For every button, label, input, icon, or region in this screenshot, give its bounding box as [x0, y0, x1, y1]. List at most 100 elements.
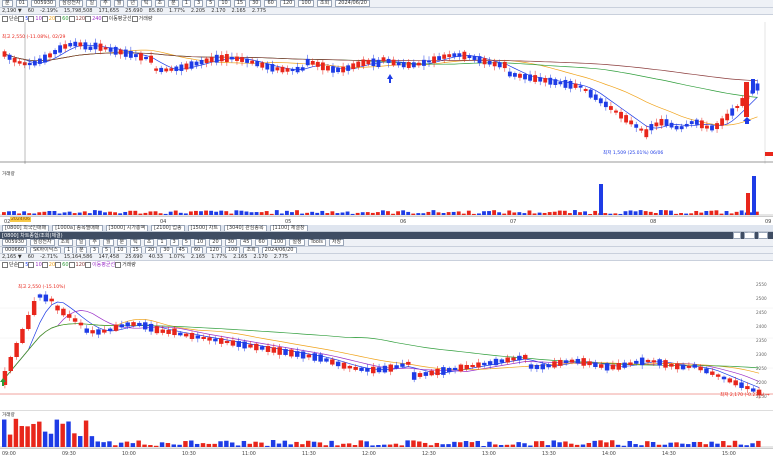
task-tab-2[interactable]: [3000] 시가총액: [105, 225, 149, 231]
second-toolbar-button-20[interactable]: 저장: [328, 239, 345, 246]
window-control-button-2[interactable]: ×: [757, 232, 768, 239]
second-period-button-3[interactable]: 분: [76, 247, 87, 253]
second-toolbar-button-18[interactable]: 설정: [289, 239, 305, 246]
bottom-candle: [166, 329, 171, 334]
second-toolbar-button-15[interactable]: 45: [240, 239, 253, 246]
top-toolbar-button-0[interactable]: 분: [2, 0, 13, 7]
second-toolbar-button-2[interactable]: 조회: [57, 239, 73, 246]
task-tab-6[interactable]: [1100] 체결창: [269, 225, 308, 231]
top-toolbar-button-15[interactable]: 15: [233, 0, 247, 7]
window-control-button-0[interactable]: _: [732, 232, 742, 239]
top-legend-checkbox-3[interactable]: [41, 15, 48, 22]
second-period-button-2[interactable]: 1: [63, 247, 74, 253]
second-quote-field-2: -2.71%: [40, 254, 58, 260]
bottom-volume-chart[interactable]: 거래량: [0, 410, 773, 449]
top-legend-checkbox-2[interactable]: [28, 15, 35, 22]
task-tab-3[interactable]: [2100] 업종: [151, 225, 185, 231]
bottom-volume-bar: [200, 443, 206, 447]
second-toolbar-button-7[interactable]: 틱: [130, 239, 141, 246]
second-toolbar-button-3[interactable]: 일: [75, 239, 87, 246]
second-toolbar-button-1[interactable]: 삼성전자: [30, 239, 55, 246]
top-legend-checkbox-6[interactable]: [85, 15, 92, 22]
second-period-button-11[interactable]: 60: [191, 247, 204, 253]
top-toolbar-button-9[interactable]: 초: [154, 0, 166, 7]
top-toolbar-button-11[interactable]: 1: [181, 0, 191, 7]
bottom-volume-bar: [83, 420, 89, 447]
top-toolbar-button-2[interactable]: 005930: [30, 0, 57, 7]
top-toolbar-button-1[interactable]: 01: [15, 0, 28, 7]
top-volume-bar: [643, 211, 648, 215]
top-toolbar-button-14[interactable]: 10: [218, 0, 231, 7]
top-toolbar-button-19[interactable]: 100: [298, 0, 314, 7]
second-toolbar-button-6[interactable]: 분: [116, 239, 128, 246]
top-toolbar-button-5[interactable]: 주: [100, 0, 111, 7]
top-candle: [725, 113, 730, 121]
bottom-candle: [49, 298, 54, 302]
second-toolbar-button-0[interactable]: 005930: [2, 239, 28, 246]
window-control-button-1[interactable]: □: [744, 232, 755, 239]
second-period-button-6[interactable]: 10: [114, 247, 127, 253]
top-toolbar-button-6[interactable]: 월: [113, 0, 125, 7]
bottom-volume-bar: [113, 445, 118, 447]
second-period-button-8[interactable]: 20: [144, 247, 158, 253]
second-period-button-0[interactable]: 000660: [2, 247, 28, 253]
second-toolbar-button-9[interactable]: 1: [157, 239, 167, 246]
top-volume-bar: [734, 211, 739, 215]
task-tab-0[interactable]: [0800] 외국인매매: [2, 225, 50, 231]
top-legend-checkbox-8[interactable]: [131, 15, 138, 22]
top-toolbar-button-12[interactable]: 3: [193, 0, 204, 7]
second-period-button-12[interactable]: 120: [206, 247, 222, 253]
top-toolbar-button-13[interactable]: 5: [206, 0, 216, 7]
bottom-legend-checkbox-1[interactable]: [18, 261, 25, 268]
second-period-button-15[interactable]: 2024/06/20: [261, 247, 297, 253]
second-toolbar-button-17[interactable]: 100: [270, 239, 287, 246]
second-toolbar-button-12[interactable]: 10: [193, 239, 207, 246]
top-volume-bar: [284, 210, 289, 215]
top-legend-checkbox-0[interactable]: [2, 15, 8, 22]
top-toolbar-button-7[interactable]: 년: [127, 0, 138, 7]
bottom-legend-checkbox-3[interactable]: [41, 261, 48, 268]
task-tab-1[interactable]: [1000a] 종목별매매: [52, 225, 103, 231]
top-toolbar-button-4[interactable]: 일: [86, 0, 98, 7]
top-legend-checkbox-4[interactable]: [55, 15, 62, 22]
top-price-chart[interactable]: 최고 2,550 (-11.08%), 02/29 최저 1,509 (25.0…: [0, 22, 773, 164]
task-tab-5[interactable]: [3040] 관심종목: [223, 225, 267, 231]
top-volume-chart[interactable]: 거래량: [0, 170, 773, 220]
second-period-button-9[interactable]: 30: [160, 247, 173, 253]
second-toolbar-button-16[interactable]: 60: [255, 239, 268, 246]
top-toolbar-button-3[interactable]: 삼성전자: [59, 0, 84, 7]
second-toolbar-button-10[interactable]: 3: [169, 239, 179, 246]
second-period-button-14[interactable]: 조회: [243, 247, 259, 253]
top-toolbar-button-16[interactable]: 30: [249, 0, 262, 7]
bottom-legend-checkbox-2[interactable]: [28, 261, 35, 268]
bottom-legend-checkbox-5[interactable]: [68, 261, 75, 268]
second-toolbar-button-13[interactable]: 20: [209, 239, 222, 246]
bottom-legend-checkbox-7[interactable]: [115, 261, 122, 268]
second-period-button-4[interactable]: 3: [89, 247, 99, 253]
top-toolbar-button-18[interactable]: 120: [279, 0, 296, 7]
top-legend-checkbox-5[interactable]: [68, 15, 75, 22]
second-period-button-7[interactable]: 15: [129, 247, 142, 253]
second-toolbar-button-5[interactable]: 월: [102, 239, 114, 246]
second-toolbar-button-8[interactable]: 초: [143, 239, 155, 246]
bottom-legend-checkbox-4[interactable]: [55, 261, 62, 268]
top-legend-checkbox-1[interactable]: [18, 15, 25, 22]
top-toolbar-button-21[interactable]: 2024/06/20: [335, 0, 370, 7]
second-period-button-13[interactable]: 100: [224, 247, 241, 253]
bottom-legend-checkbox-0[interactable]: [2, 261, 8, 268]
task-tab-4[interactable]: [1500] 차트: [187, 225, 221, 231]
top-toolbar-button-20[interactable]: 조회: [316, 0, 333, 7]
second-toolbar-button-19[interactable]: Tools: [307, 239, 326, 246]
top-toolbar-button-10[interactable]: 분: [168, 0, 179, 7]
bottom-legend-checkbox-6[interactable]: [85, 261, 92, 268]
top-toolbar-button-8[interactable]: 틱: [140, 0, 152, 7]
second-period-button-10[interactable]: 45: [175, 247, 188, 253]
second-period-button-5[interactable]: 5: [101, 247, 112, 253]
second-toolbar-button-4[interactable]: 주: [89, 239, 100, 246]
top-toolbar-button-17[interactable]: 60: [264, 0, 277, 7]
second-period-button-1[interactable]: SK하이닉스: [30, 247, 61, 253]
second-toolbar-button-14[interactable]: 30: [224, 239, 238, 246]
second-toolbar-button-11[interactable]: 5: [181, 239, 191, 246]
top-legend-checkbox-7[interactable]: [101, 15, 108, 22]
bottom-price-chart[interactable]: 2550 2500 2450 2400 2350 2300 2250 2200 2150 최고 …: [0, 268, 773, 408]
